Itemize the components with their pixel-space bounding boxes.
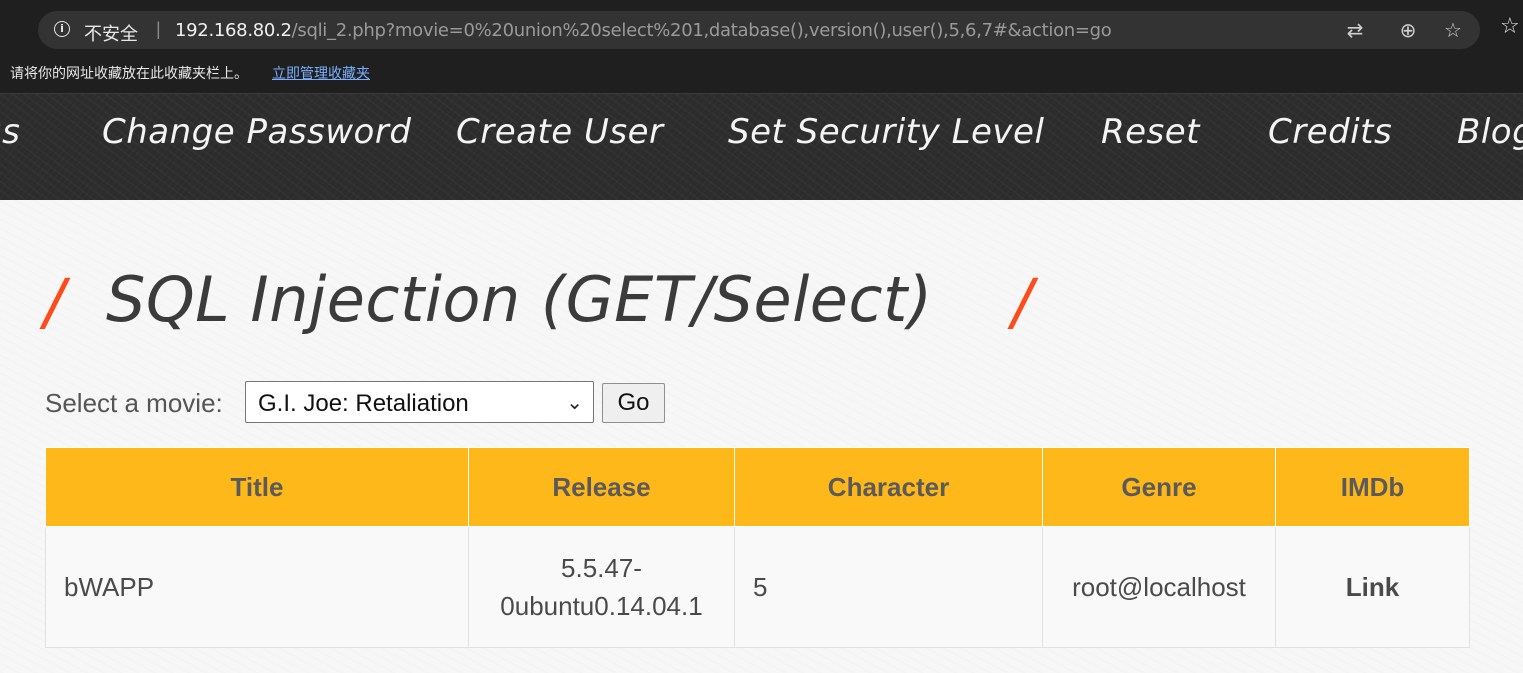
nav-item-credits[interactable]: Credits: [1268, 112, 1392, 152]
header-imdb: IMDb: [1275, 447, 1470, 527]
back-arrow-icon[interactable]: ): [0, 16, 12, 42]
info-icon[interactable]: i: [54, 21, 70, 37]
address-bar-row: ) i 不安全 | 192.168.80.2/sqli_2.php?movie=…: [0, 0, 1523, 60]
bookmarks-bar: 请将你的网址收藏放在此收藏夹栏上。 立即管理收藏夹: [0, 60, 1523, 94]
url-host: 192.168.80.2: [175, 20, 292, 41]
security-label[interactable]: 不安全: [84, 20, 138, 46]
nav-item-change-password[interactable]: Change Password: [102, 112, 411, 152]
cell-genre: root@localhost: [1042, 526, 1276, 648]
select-movie-label: Select a movie:: [45, 388, 223, 418]
release-line-1: 5.5.47-: [561, 553, 642, 583]
manage-favorites-link[interactable]: 立即管理收藏夹: [272, 63, 370, 83]
go-button[interactable]: Go: [602, 383, 665, 423]
heading-slash-left: /: [44, 265, 65, 338]
header-character: Character: [734, 447, 1043, 527]
main-nav: gs Change Password Create User Set Secur…: [0, 94, 1523, 200]
browser-chrome: ) i 不安全 | 192.168.80.2/sqli_2.php?movie=…: [0, 0, 1523, 94]
movie-select-value: G.I. Joe: Retaliation: [258, 390, 469, 417]
favorites-icon[interactable]: ☆: [1500, 14, 1520, 39]
results-table: Title Release Character Genre IMDb bWAPP…: [45, 447, 1470, 648]
release-line-2: 0ubuntu0.14.04.1: [500, 591, 703, 621]
header-release: Release: [468, 447, 735, 527]
header-title: Title: [45, 447, 469, 527]
movie-select[interactable]: G.I. Joe: Retaliation ⌄: [245, 381, 594, 423]
cell-character: 5: [734, 526, 1043, 648]
chevron-down-icon: ⌄: [566, 390, 583, 414]
cell-title: bWAPP: [45, 526, 469, 648]
nav-item-bugs[interactable]: gs: [0, 112, 20, 152]
cell-release: 5.5.47- 0ubuntu0.14.04.1: [468, 526, 735, 648]
favorite-star-icon[interactable]: ☆: [1440, 17, 1466, 43]
heading-slash-right: /: [1012, 265, 1033, 338]
table-row: bWAPP 5.5.47- 0ubuntu0.14.04.1 5 root@loc…: [45, 526, 1470, 648]
nav-item-reset[interactable]: Reset: [1101, 112, 1200, 152]
translate-icon[interactable]: ⇄: [1342, 17, 1368, 43]
zoom-icon[interactable]: ⊕: [1395, 17, 1421, 43]
url-path: /sqli_2.php?movie=0%20union%20select%201…: [291, 20, 1112, 41]
nav-item-blog[interactable]: Blog: [1457, 112, 1523, 152]
nav-item-set-security-level[interactable]: Set Security Level: [728, 112, 1044, 152]
address-bar[interactable]: i 不安全 | 192.168.80.2/sqli_2.php?movie=0%…: [38, 11, 1480, 49]
header-genre: Genre: [1042, 447, 1276, 527]
url-text[interactable]: 192.168.80.2/sqli_2.php?movie=0%20union%…: [175, 20, 1112, 41]
main-content: / SQL Injection (GET/Select) / Select a …: [0, 200, 1523, 673]
nav-item-create-user[interactable]: Create User: [456, 112, 664, 152]
bookmarks-prompt: 请将你的网址收藏放在此收藏夹栏上。: [10, 66, 248, 82]
table-header-row: Title Release Character Genre IMDb: [45, 447, 1470, 527]
imdb-link[interactable]: Link: [1275, 526, 1470, 648]
page-title: SQL Injection (GET/Select): [106, 263, 933, 336]
url-separator: |: [156, 19, 161, 39]
